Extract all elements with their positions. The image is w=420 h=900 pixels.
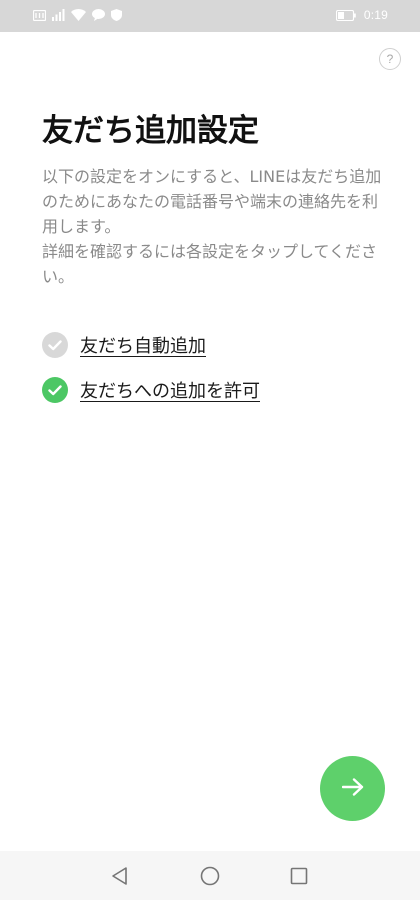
description: 以下の設定をオンにすると、LINEは友だち追加のためにあなたの電話番号や端末の連… — [42, 164, 382, 289]
status-icons-right: 0:19 — [335, 8, 388, 22]
check-circle-icon[interactable] — [42, 332, 68, 358]
notification-icon — [33, 9, 46, 21]
next-button[interactable] — [320, 756, 385, 821]
status-icons-left — [33, 9, 122, 21]
arrow-right-icon — [341, 777, 364, 800]
setting-allow-add[interactable]: 友だちへの追加を許可 — [42, 376, 260, 404]
description-line-1: 以下の設定をオンにすると、LINEは友だち追加のためにあなたの電話番号や端末の連… — [42, 167, 382, 236]
wifi-icon — [71, 9, 86, 21]
setting-label-allow-add[interactable]: 友だちへの追加を許可 — [80, 377, 260, 403]
back-triangle-icon[interactable] — [109, 865, 131, 887]
shield-icon — [111, 9, 122, 21]
recents-square-icon[interactable] — [288, 865, 310, 887]
setting-label-auto-add[interactable]: 友だち自動追加 — [80, 332, 206, 358]
page-title: 友だち追加設定 — [42, 113, 259, 149]
chat-bubble-icon — [92, 9, 105, 21]
status-bar: 0:19 — [0, 0, 420, 32]
help-question-icon: ? — [386, 52, 394, 66]
description-line-2: 詳細を確認するには各設定をタップしてください。 — [42, 242, 378, 286]
status-time: 0:19 — [363, 8, 388, 22]
help-button[interactable]: ? — [379, 48, 401, 70]
navigation-bar — [0, 851, 420, 900]
home-circle-icon[interactable] — [199, 865, 221, 887]
signal-icon — [52, 9, 65, 21]
battery-icon — [335, 9, 356, 21]
setting-auto-add-friends[interactable]: 友だち自動追加 — [42, 331, 206, 359]
check-circle-icon[interactable] — [42, 377, 68, 403]
